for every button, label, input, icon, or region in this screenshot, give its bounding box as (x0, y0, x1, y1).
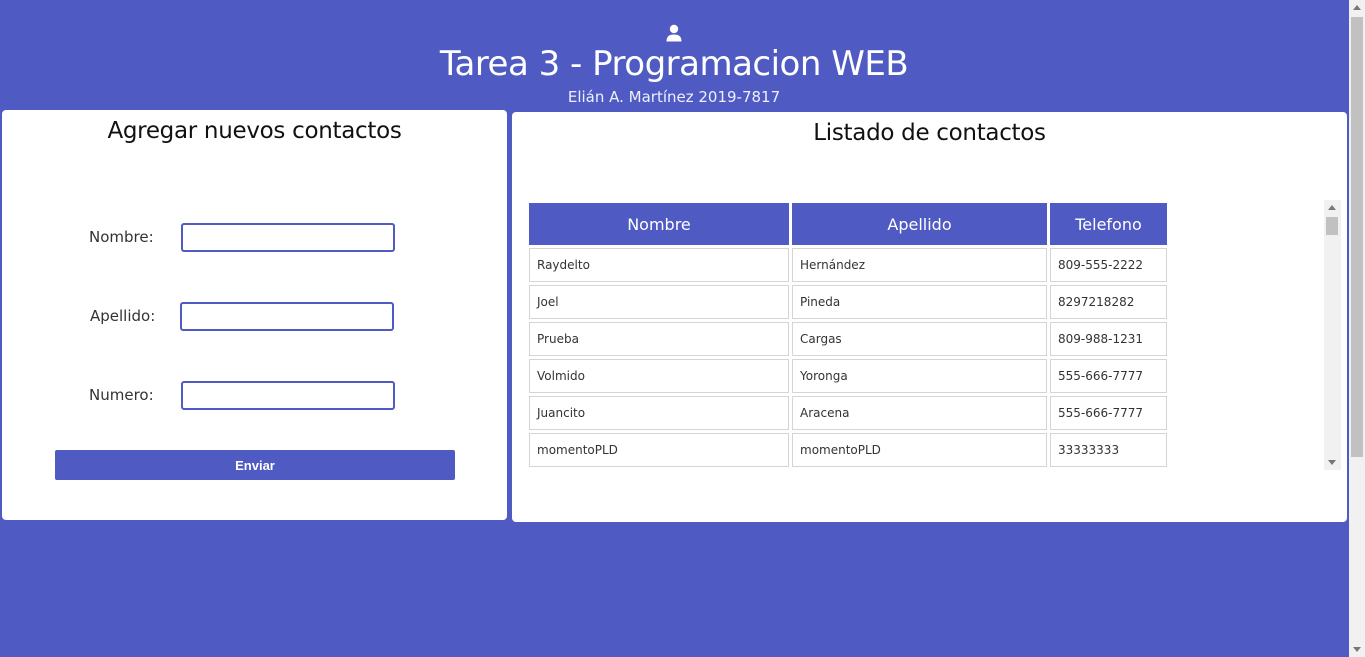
cell-apellido: Hernández (792, 248, 1047, 282)
cell-telefono: 33333333 (1050, 433, 1167, 467)
numero-row: Numero: (2, 381, 507, 411)
contact-list-panel: Listado de contactos Nombre Apellido Tel… (512, 112, 1347, 522)
cell-nombre: Joel (529, 285, 789, 319)
contact-list-heading: Listado de contactos (813, 120, 1046, 146)
column-header-telefono: Telefono (1050, 203, 1167, 245)
page-scrollbar[interactable] (1349, 0, 1365, 657)
column-header-apellido: Apellido (792, 203, 1047, 245)
numero-input[interactable] (181, 381, 395, 410)
nombre-input[interactable] (181, 223, 395, 252)
cell-apellido: Pineda (792, 285, 1047, 319)
contacts-table: Nombre Apellido Telefono Raydelto Hernán… (528, 200, 1170, 470)
add-contact-heading: Agregar nuevos contactos (107, 118, 402, 144)
table-row: Juancito Aracena 555-666-7777 (529, 396, 1167, 430)
cell-nombre: Volmido (529, 359, 789, 393)
cell-telefono: 555-666-7777 (1050, 396, 1167, 430)
cell-apellido: Yoronga (792, 359, 1047, 393)
contacts-table-scroll[interactable]: Nombre Apellido Telefono Raydelto Hernán… (528, 200, 1340, 470)
cell-telefono: 809-988-1231 (1050, 322, 1167, 356)
table-row: Raydelto Hernández 809-555-2222 (529, 248, 1167, 282)
page-scroll-down-arrow-icon[interactable] (1353, 647, 1361, 652)
cell-nombre: Juancito (529, 396, 789, 430)
scroll-up-arrow-icon[interactable] (1328, 205, 1336, 210)
user-icon (666, 24, 682, 42)
cell-nombre: momentoPLD (529, 433, 789, 467)
apellido-row: Apellido: (2, 302, 507, 332)
column-header-nombre: Nombre (529, 203, 789, 245)
table-row: momentoPLD momentoPLD 33333333 (529, 433, 1167, 467)
table-row: Joel Pineda 8297218282 (529, 285, 1167, 319)
nombre-row: Nombre: (2, 223, 507, 253)
nombre-label: Nombre: (89, 228, 154, 246)
apellido-label: Apellido: (90, 307, 156, 325)
cell-apellido: Cargas (792, 322, 1047, 356)
cell-nombre: Raydelto (529, 248, 789, 282)
table-header-row: Nombre Apellido Telefono (529, 203, 1167, 245)
page-subtitle: Elián A. Martínez 2019-7817 (567, 88, 781, 106)
table-row: Volmido Yoronga 555-666-7777 (529, 359, 1167, 393)
cell-telefono: 809-555-2222 (1050, 248, 1167, 282)
cell-apellido: momentoPLD (792, 433, 1047, 467)
scroll-down-arrow-icon[interactable] (1328, 460, 1336, 465)
cell-nombre: Prueba (529, 322, 789, 356)
table-row: Prueba Cargas 809-988-1231 (529, 322, 1167, 356)
table-scrollbar-thumb[interactable] (1326, 217, 1338, 235)
cell-telefono: 555-666-7777 (1050, 359, 1167, 393)
cell-telefono: 8297218282 (1050, 285, 1167, 319)
numero-label: Numero: (89, 386, 154, 404)
apellido-input[interactable] (180, 302, 394, 331)
add-contact-panel: Agregar nuevos contactos Nombre: Apellid… (2, 110, 507, 520)
page-scrollbar-thumb[interactable] (1351, 17, 1363, 457)
page-scroll-up-arrow-icon[interactable] (1353, 5, 1361, 10)
table-scrollbar[interactable] (1324, 200, 1341, 470)
page-title: Tarea 3 - Programacion WEB (439, 44, 909, 84)
cell-apellido: Aracena (792, 396, 1047, 430)
enviar-button[interactable]: Enviar (55, 450, 455, 480)
